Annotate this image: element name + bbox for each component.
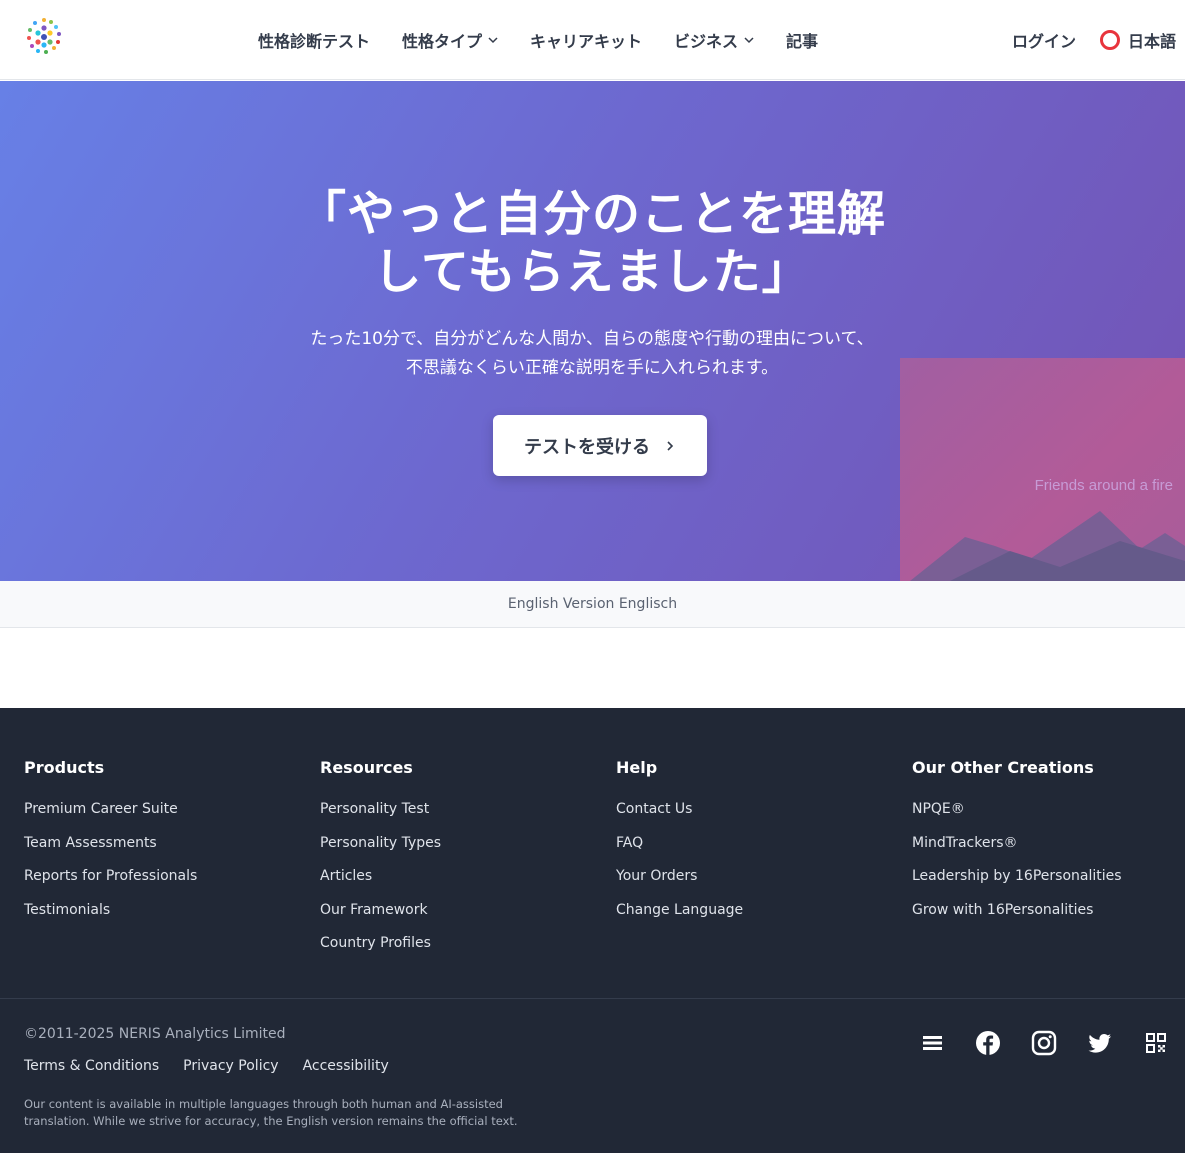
qr-code-icon[interactable] bbox=[1143, 1030, 1169, 1056]
footer-link[interactable]: Contact Us bbox=[616, 801, 743, 821]
login-link[interactable]: ログイン bbox=[1012, 28, 1076, 52]
nav-business[interactable]: ビジネス bbox=[674, 28, 756, 52]
hero-section: 「やっと自分のことを理解 してもらえました」 たった10分で、自分がどんな人間か… bbox=[0, 81, 1185, 581]
twitter-icon[interactable] bbox=[1087, 1030, 1113, 1056]
footer-col-other-creations: Our Other Creations NPQE® MindTrackers® … bbox=[912, 758, 1122, 935]
chevron-down-icon bbox=[744, 37, 754, 44]
footer-col-title: Products bbox=[24, 758, 105, 777]
legal-links: Terms & Conditions Privacy Policy Access… bbox=[24, 1058, 389, 1074]
footer-link[interactable]: Reports for Professionals bbox=[24, 868, 197, 888]
terms-link[interactable]: Terms & Conditions bbox=[24, 1058, 159, 1074]
nav-career-kit-label: キャリアキット bbox=[530, 32, 643, 51]
footer-link[interactable]: Testimonials bbox=[24, 902, 197, 922]
site-footer: Products Premium Career Suite Team Asses… bbox=[0, 708, 1185, 1153]
footer-link[interactable]: NPQE® bbox=[912, 801, 1122, 821]
language-selector[interactable]: 日本語 bbox=[1100, 28, 1176, 52]
instagram-icon[interactable] bbox=[1031, 1030, 1057, 1056]
accessibility-link[interactable]: Accessibility bbox=[303, 1058, 389, 1074]
hero-title-line1: 「やっと自分のことを理解 bbox=[297, 186, 886, 242]
nav-personality-test[interactable]: 性格診断テスト bbox=[258, 28, 370, 52]
chevron-right-icon bbox=[667, 440, 674, 451]
translation-note: Our content is available in multiple lan… bbox=[24, 1096, 524, 1130]
nav-articles[interactable]: 記事 bbox=[786, 28, 818, 52]
footer-link[interactable]: Personality Types bbox=[320, 835, 441, 855]
footer-link[interactable]: Articles bbox=[320, 868, 441, 888]
footer-link[interactable]: MindTrackers® bbox=[912, 835, 1122, 855]
language-flag-icon bbox=[1100, 30, 1120, 50]
footer-link[interactable]: Country Profiles bbox=[320, 935, 441, 955]
hero-title-line2: してもらえました」 bbox=[373, 244, 811, 300]
translation-note-line2: translation. While we strive for accurac… bbox=[24, 1114, 518, 1128]
nav-business-label: ビジネス bbox=[674, 32, 739, 51]
hero-subtitle: たった10分で、自分がどんな人間か、自らの態度や行動の理由について、 不思議なく… bbox=[192, 325, 992, 383]
english-version-bar[interactable]: English Version Englisch bbox=[0, 581, 1185, 628]
nav-career-kit[interactable]: キャリアキット bbox=[530, 28, 642, 52]
nav-articles-label: 記事 bbox=[786, 32, 819, 51]
footer-link[interactable]: Personality Test bbox=[320, 801, 441, 821]
english-version-link[interactable]: English Version Englisch bbox=[508, 596, 677, 612]
footer-col-products: Products Premium Career Suite Team Asses… bbox=[24, 758, 197, 935]
footer-link[interactable]: Change Language bbox=[616, 902, 743, 922]
hero-illustration: Friends around a fire bbox=[900, 358, 1185, 581]
footer-col-title: Resources bbox=[320, 758, 413, 777]
site-header: 性格診断テスト 性格タイプ キャリアキット ビジネス 記事 ログイン 日本語 bbox=[0, 0, 1185, 80]
nav-personality-test-label: 性格診断テスト bbox=[258, 32, 371, 51]
footer-col-help: Help Contact Us FAQ Your Orders Change L… bbox=[616, 758, 743, 935]
take-test-button[interactable]: テストを受ける bbox=[493, 415, 707, 476]
footer-col-title: Help bbox=[616, 758, 658, 777]
nav-personality-types-label: 性格タイプ bbox=[402, 32, 483, 51]
hero-subtitle-line2: 不思議なくらい正確な説明を手に入れられます。 bbox=[405, 358, 779, 378]
footer-link[interactable]: Premium Career Suite bbox=[24, 801, 197, 821]
footer-link[interactable]: Your Orders bbox=[616, 868, 743, 888]
translation-note-line1: Our content is available in multiple lan… bbox=[24, 1097, 503, 1111]
footer-link[interactable]: Team Assessments bbox=[24, 835, 197, 855]
footer-link[interactable]: FAQ bbox=[616, 835, 743, 855]
hero-image-alt-text: Friends around a fire bbox=[1034, 477, 1173, 494]
footer-col-title: Our Other Creations bbox=[912, 758, 1094, 777]
nav-personality-types[interactable]: 性格タイプ bbox=[402, 28, 500, 52]
footer-col-resources: Resources Personality Test Personality T… bbox=[320, 758, 441, 969]
footer-link[interactable]: Grow with 16Personalities bbox=[912, 902, 1122, 922]
footer-divider bbox=[0, 998, 1185, 999]
language-label: 日本語 bbox=[1128, 32, 1177, 51]
facebook-icon[interactable] bbox=[975, 1030, 1001, 1056]
footer-link[interactable]: Leadership by 16Personalities bbox=[912, 868, 1122, 888]
take-test-label: テストを受ける bbox=[524, 436, 650, 458]
footer-link[interactable]: Our Framework bbox=[320, 902, 441, 922]
copyright: ©2011-2025 NERIS Analytics Limited bbox=[24, 1026, 286, 1042]
chevron-down-icon bbox=[488, 37, 498, 44]
privacy-link[interactable]: Privacy Policy bbox=[183, 1058, 278, 1074]
menu-icon[interactable] bbox=[920, 1030, 946, 1056]
hero-subtitle-line1: たった10分で、自分がどんな人間か、自らの態度や行動の理由について、 bbox=[310, 329, 874, 349]
main-nav: 性格診断テスト 性格タイプ キャリアキット ビジネス 記事 bbox=[0, 0, 1185, 80]
hero-title: 「やっと自分のことを理解 してもらえました」 bbox=[192, 185, 992, 301]
mountains-graphic bbox=[910, 511, 1185, 581]
